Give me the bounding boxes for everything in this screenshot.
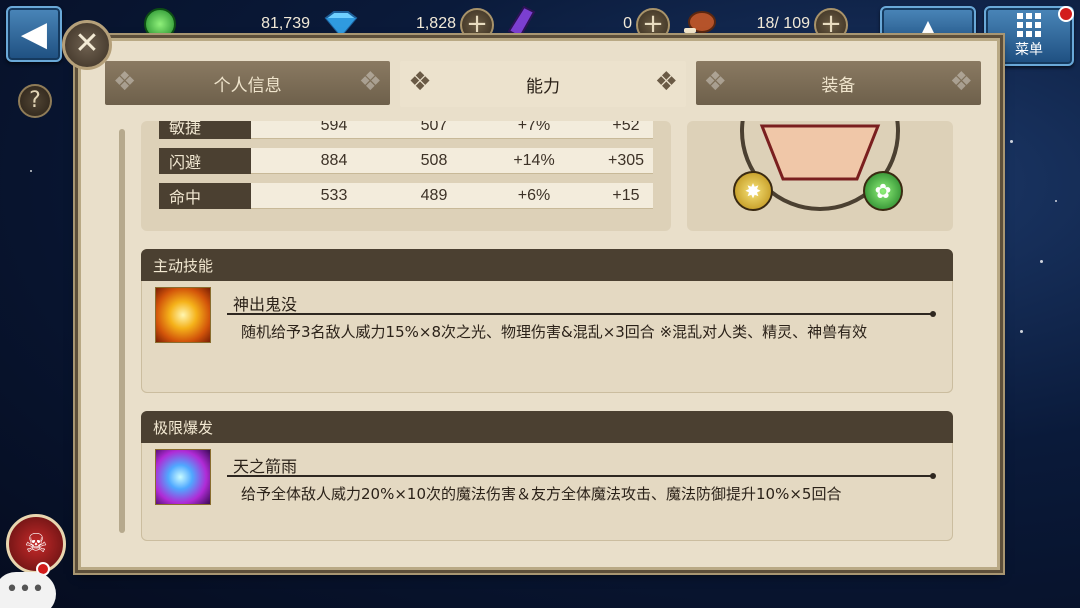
stat-total: 884 — [320, 151, 348, 169]
crystal-counter: 0 — [560, 10, 632, 38]
limit-burst-header: 极限爆发 — [141, 411, 953, 443]
gold-counter: 81,739 — [200, 10, 310, 38]
stat-percent: +6% — [517, 186, 551, 204]
swirl-ornament-icon: ❖ — [654, 67, 678, 97]
diamond-icon — [322, 10, 360, 38]
stat-values: 884 508 +14% +305 — [251, 148, 653, 174]
swirl-ornament-icon: ❖ — [949, 67, 973, 97]
notification-badge — [1058, 6, 1074, 22]
light-element-icon: ✸ — [733, 171, 773, 211]
stat-label: 敏捷 — [159, 121, 251, 139]
stat-row: 命中 533 489 +6% +15 — [159, 183, 653, 209]
purple-crystal-icon — [506, 5, 536, 39]
stat-bonus: +15 — [612, 186, 640, 204]
help-button[interactable]: ? — [18, 84, 52, 118]
gem-counter: 1,828 — [360, 10, 456, 38]
grid-icon — [1017, 13, 1041, 37]
swirl-ornament-icon: ❖ — [703, 67, 727, 97]
chat-dots-icon: ••• — [5, 577, 45, 602]
element-wheel-card: ✸ ✿ — [687, 121, 953, 231]
stat-bonus: +52 — [612, 121, 640, 134]
gold-value: 81,739 — [261, 15, 310, 32]
stat-label: 命中 — [159, 183, 251, 209]
add-crystal-button[interactable]: + — [636, 8, 670, 42]
flame-skill-icon[interactable] — [155, 287, 211, 343]
divider-line — [227, 311, 936, 317]
tab-equipment[interactable]: ❖ 装备 ❖ — [695, 61, 981, 105]
nature-element-icon: ✿ — [863, 171, 903, 211]
stats-table: 敏捷 594 507 +7% +52 闪避 884 508 +14% +305 … — [141, 121, 671, 231]
active-skill-name: 神出鬼没 — [233, 295, 298, 314]
stat-values: 594 507 +7% +52 — [251, 121, 653, 139]
limit-burst-card: 极限爆发 天之箭雨 给予全体敌人威力20%×10次的魔法伤害＆友方全体魔法攻击、… — [141, 411, 953, 541]
stat-base: 508 — [420, 151, 448, 169]
stat-percent: +14% — [513, 151, 555, 169]
swirl-ornament-icon: ❖ — [359, 67, 383, 97]
stat-total: 594 — [320, 121, 348, 134]
demon-emblem-icon: ☠ — [24, 529, 48, 559]
stat-total: 533 — [320, 186, 348, 204]
stat-base: 507 — [420, 121, 448, 134]
add-stamina-button[interactable]: + — [814, 8, 848, 42]
stamina-counter: 18/ 109 — [720, 10, 810, 38]
tab-bar: ❖ 个人信息 ❖ ❖ 能力 ❖ ❖ 装备 ❖ — [105, 61, 981, 107]
meat-stamina-icon — [682, 8, 718, 38]
divider-line — [227, 473, 936, 479]
stat-values: 533 489 +6% +15 — [251, 183, 653, 209]
stat-label: 闪避 — [159, 148, 251, 174]
stat-row: 敏捷 594 507 +7% +52 — [159, 121, 653, 139]
chat-button[interactable]: ••• — [0, 572, 56, 608]
tab-abilities[interactable]: ❖ 能力 ❖ — [400, 61, 686, 107]
gold-orb-icon — [144, 8, 176, 40]
crystal-value: 0 — [623, 15, 632, 32]
stamina-value: 18/ 109 — [756, 15, 810, 32]
active-skill-header: 主动技能 — [141, 249, 953, 281]
stat-percent: +7% — [517, 121, 551, 134]
stat-row: 闪避 884 508 +14% +305 — [159, 148, 653, 174]
active-skill-description: 随机给予3名敌人威力15%×8次之光、物理伤害&混乱×3回合 ※混乱对人类、精灵… — [241, 323, 868, 341]
swirl-ornament-icon: ❖ — [113, 67, 137, 97]
close-button[interactable]: ✕ — [62, 20, 112, 70]
arrow-rain-skill-icon[interactable] — [155, 449, 211, 505]
character-detail-panel: ❖ 个人信息 ❖ ❖ 能力 ❖ ❖ 装备 ❖ 敏捷 594 507 +7% +5… — [78, 38, 1000, 570]
add-gem-button[interactable]: + — [460, 8, 494, 42]
tab-abilities-label: 能力 — [525, 76, 560, 97]
active-skill-card: 主动技能 神出鬼没 随机给予3名敌人威力15%×8次之光、物理伤害&混乱×3回合… — [141, 249, 953, 393]
element-wheel — [740, 121, 900, 211]
tab-profile-label: 个人信息 — [213, 75, 282, 96]
stat-bonus: +305 — [607, 151, 645, 169]
swirl-ornament-icon: ❖ — [408, 67, 432, 97]
tab-profile[interactable]: ❖ 个人信息 ❖ — [105, 61, 391, 105]
scrollbar[interactable] — [119, 129, 125, 533]
menu-label: 菜单 — [1015, 42, 1043, 58]
back-button[interactable]: ◀ — [6, 6, 62, 62]
stat-base: 489 — [420, 186, 448, 204]
limit-burst-description: 给予全体敌人威力20%×10次的魔法伤害＆友方全体魔法攻击、魔法防御提升10%×… — [241, 485, 842, 503]
tab-equipment-label: 装备 — [821, 75, 856, 96]
back-arrow-icon: ◀ — [20, 14, 48, 54]
gem-value: 1,828 — [415, 15, 456, 32]
limit-burst-name: 天之箭雨 — [233, 457, 298, 476]
